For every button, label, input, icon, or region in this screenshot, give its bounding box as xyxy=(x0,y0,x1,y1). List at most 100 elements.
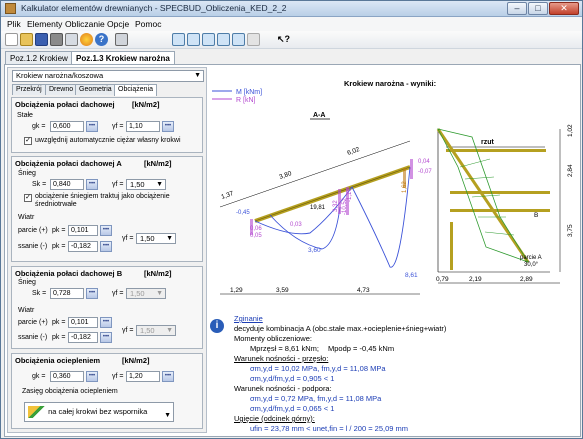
menu-plik[interactable]: Plik xyxy=(7,19,21,29)
val-360: 3,60 xyxy=(308,247,321,254)
toolbar: ? ↖? xyxy=(1,31,582,49)
plan-mid-rafter-1 xyxy=(450,191,550,194)
dim-219: 2,19 xyxy=(469,276,482,283)
plan-top-rafter xyxy=(446,149,546,152)
dim-602: 6,02 xyxy=(346,146,361,157)
color-icon[interactable] xyxy=(80,33,93,46)
gk-label: gk = xyxy=(32,123,46,130)
menu-pomoc[interactable]: Pomoc xyxy=(135,19,161,29)
tab-obciazenia[interactable]: Obciążenia xyxy=(114,84,158,96)
roof-load-title: Obciążenia połaci dachowej xyxy=(15,100,115,109)
ssanie-label: ssanie (-) xyxy=(18,243,48,250)
element-icon-1[interactable] xyxy=(172,33,185,46)
reaction-bar-4 xyxy=(410,159,413,179)
dim-079: 0,79 xyxy=(436,276,449,283)
element-type-select[interactable]: Krokiew narożna/koszowa ▼ xyxy=(12,70,204,82)
dim-284: 2,84 xyxy=(567,164,574,177)
pk-plus-input[interactable]: 0,101 xyxy=(68,225,98,236)
chevron-down-icon: ▼ xyxy=(156,181,163,188)
ins-gk-label: gk = xyxy=(32,373,46,380)
menu-opcje[interactable]: Opcje xyxy=(107,19,129,29)
menu-obliczanie[interactable]: Obliczanie xyxy=(65,19,105,29)
sk-b-more-button[interactable]: ••• xyxy=(86,288,98,299)
minimize-button[interactable]: – xyxy=(507,2,527,15)
save-icon[interactable] xyxy=(35,33,48,46)
gf-wind-b-select[interactable]: 1,50 ▼ xyxy=(136,325,176,336)
element-icon-4[interactable] xyxy=(217,33,230,46)
new-icon[interactable] xyxy=(5,33,18,46)
gf-input[interactable]: 1,10 xyxy=(126,121,160,132)
tab-drewno[interactable]: Drewno xyxy=(45,84,78,95)
menu-elementy[interactable]: Elementy xyxy=(27,19,62,29)
gf-b-label: γf = xyxy=(112,290,124,297)
gf-wind-select[interactable]: 1,50 ▼ xyxy=(136,233,176,244)
auto-weight-label: uwzględnij automatycznie ciężar własny k… xyxy=(35,137,181,144)
dim-137: 1,37 xyxy=(220,190,235,201)
tab-przekroj[interactable]: Przekrój xyxy=(12,84,46,95)
open-icon[interactable] xyxy=(20,33,33,46)
print-icon[interactable] xyxy=(50,33,63,46)
dim-375: 3,75 xyxy=(567,224,574,237)
range-select[interactable]: na całej krokwi bez wspornika ▼ xyxy=(24,402,174,422)
val-006: 0,06 xyxy=(250,226,262,232)
val-332: 3,32 xyxy=(333,200,339,212)
results-drawing: M [kNm] R [kN] A-A rzut 1,37 3,80 6,02 0… xyxy=(212,89,574,295)
gf-snow-select[interactable]: 1,50 ▼ xyxy=(126,179,166,190)
pk-minus-b-input[interactable]: -0,182 xyxy=(68,332,98,343)
val-1981: 19,81 xyxy=(310,205,326,211)
pk-plus-more-button[interactable]: ••• xyxy=(100,225,112,236)
maximize-button[interactable]: □ xyxy=(528,2,548,15)
help-icon[interactable]: ? xyxy=(95,33,108,46)
ins-gk-more-button[interactable]: ••• xyxy=(86,371,98,382)
val-n117: -1,17 xyxy=(347,188,353,202)
tab-geometria[interactable]: Geometria xyxy=(75,84,116,95)
ins-gf-more-button[interactable]: ••• xyxy=(162,371,174,382)
summary-moments: Momenty obliczeniowe: xyxy=(234,334,312,343)
help-pointer-icon[interactable]: ↖? xyxy=(277,33,290,46)
summary-heading: Zginanie xyxy=(234,314,263,323)
sk-input[interactable]: 0,840 xyxy=(50,179,84,190)
element-icon-2[interactable] xyxy=(187,33,200,46)
pk-plus-b-input[interactable]: 0,101 xyxy=(68,317,98,328)
summary-decide: decyduje kombinacja A (obc.stałe max.+oc… xyxy=(234,324,447,333)
sk-label: Sk = xyxy=(32,181,47,188)
sk-b-label: Sk = xyxy=(32,290,47,297)
ins-gf-input[interactable]: 1,20 xyxy=(126,371,160,382)
insulation-range-icon xyxy=(28,406,46,419)
pk-plus-b-label: pk = xyxy=(52,319,66,326)
ins-gk-input[interactable]: 0,360 xyxy=(50,371,84,382)
gk-more-button[interactable]: ••• xyxy=(86,121,98,132)
pk-plus-b-more-button[interactable]: ••• xyxy=(100,317,112,328)
roof-load-group: Obciążenia połaci dachowej [kN/m2] Stałe… xyxy=(11,97,203,153)
dim-380: 3,80 xyxy=(278,170,293,181)
preview-icon[interactable] xyxy=(65,33,78,46)
element-icon-5[interactable] xyxy=(232,33,245,46)
gf-more-button[interactable]: ••• xyxy=(162,121,174,132)
gf-b-select[interactable]: 1,50 ▼ xyxy=(126,288,166,299)
calculator-icon[interactable] xyxy=(115,33,128,46)
sk-b-input[interactable]: 0,728 xyxy=(50,288,84,299)
pk-minus-input[interactable]: -0,182 xyxy=(68,241,98,252)
pk-minus-b-more-button[interactable]: ••• xyxy=(100,332,112,343)
tab-krokiew[interactable]: Poz.1.2 Krokiew xyxy=(5,51,73,65)
gk-input[interactable]: 0,600 xyxy=(50,121,84,132)
summary-support-heading: Warunek nośności - podpora: xyxy=(234,384,332,393)
sustained-label: obciążenie śniegiem traktuj jako obciąże… xyxy=(35,193,170,208)
window-title: Kalkulator elementów drewnianych - SPECB… xyxy=(21,3,287,13)
insulation-group: Obciążenia ociepleniem [kN/m2] gk = 0,36… xyxy=(11,353,203,429)
title-bar[interactable]: Kalkulator elementów drewnianych - SPECB… xyxy=(1,1,582,17)
summary-span-sigma: σm,y,d = 10,02 MPa, fm,y,d = 11,08 MPa xyxy=(250,364,386,373)
main-panel: Krokiew narożna/koszowa ▼ Przekrój Drewno… xyxy=(4,64,581,437)
pk-minus-more-button[interactable]: ••• xyxy=(100,241,112,252)
element-icon-3[interactable] xyxy=(202,33,215,46)
auto-weight-checkbox[interactable]: ✓ xyxy=(24,137,32,145)
sustained-checkbox[interactable]: ✓ xyxy=(24,194,32,202)
gf-snow-value: 1,50 xyxy=(130,180,145,189)
pk-minus-b-label: pk = xyxy=(52,334,66,341)
summary-deflection-value: ufin = 23,78 mm < unet,fin = l / 200 = 2… xyxy=(250,424,409,433)
legend-r-text: R [kN] xyxy=(236,97,256,104)
close-button[interactable]: ✕ xyxy=(549,2,579,15)
sk-more-button[interactable]: ••• xyxy=(86,179,98,190)
ssanie-b-label: ssanie (-) xyxy=(18,334,48,341)
element-icon-6[interactable] xyxy=(247,33,260,46)
